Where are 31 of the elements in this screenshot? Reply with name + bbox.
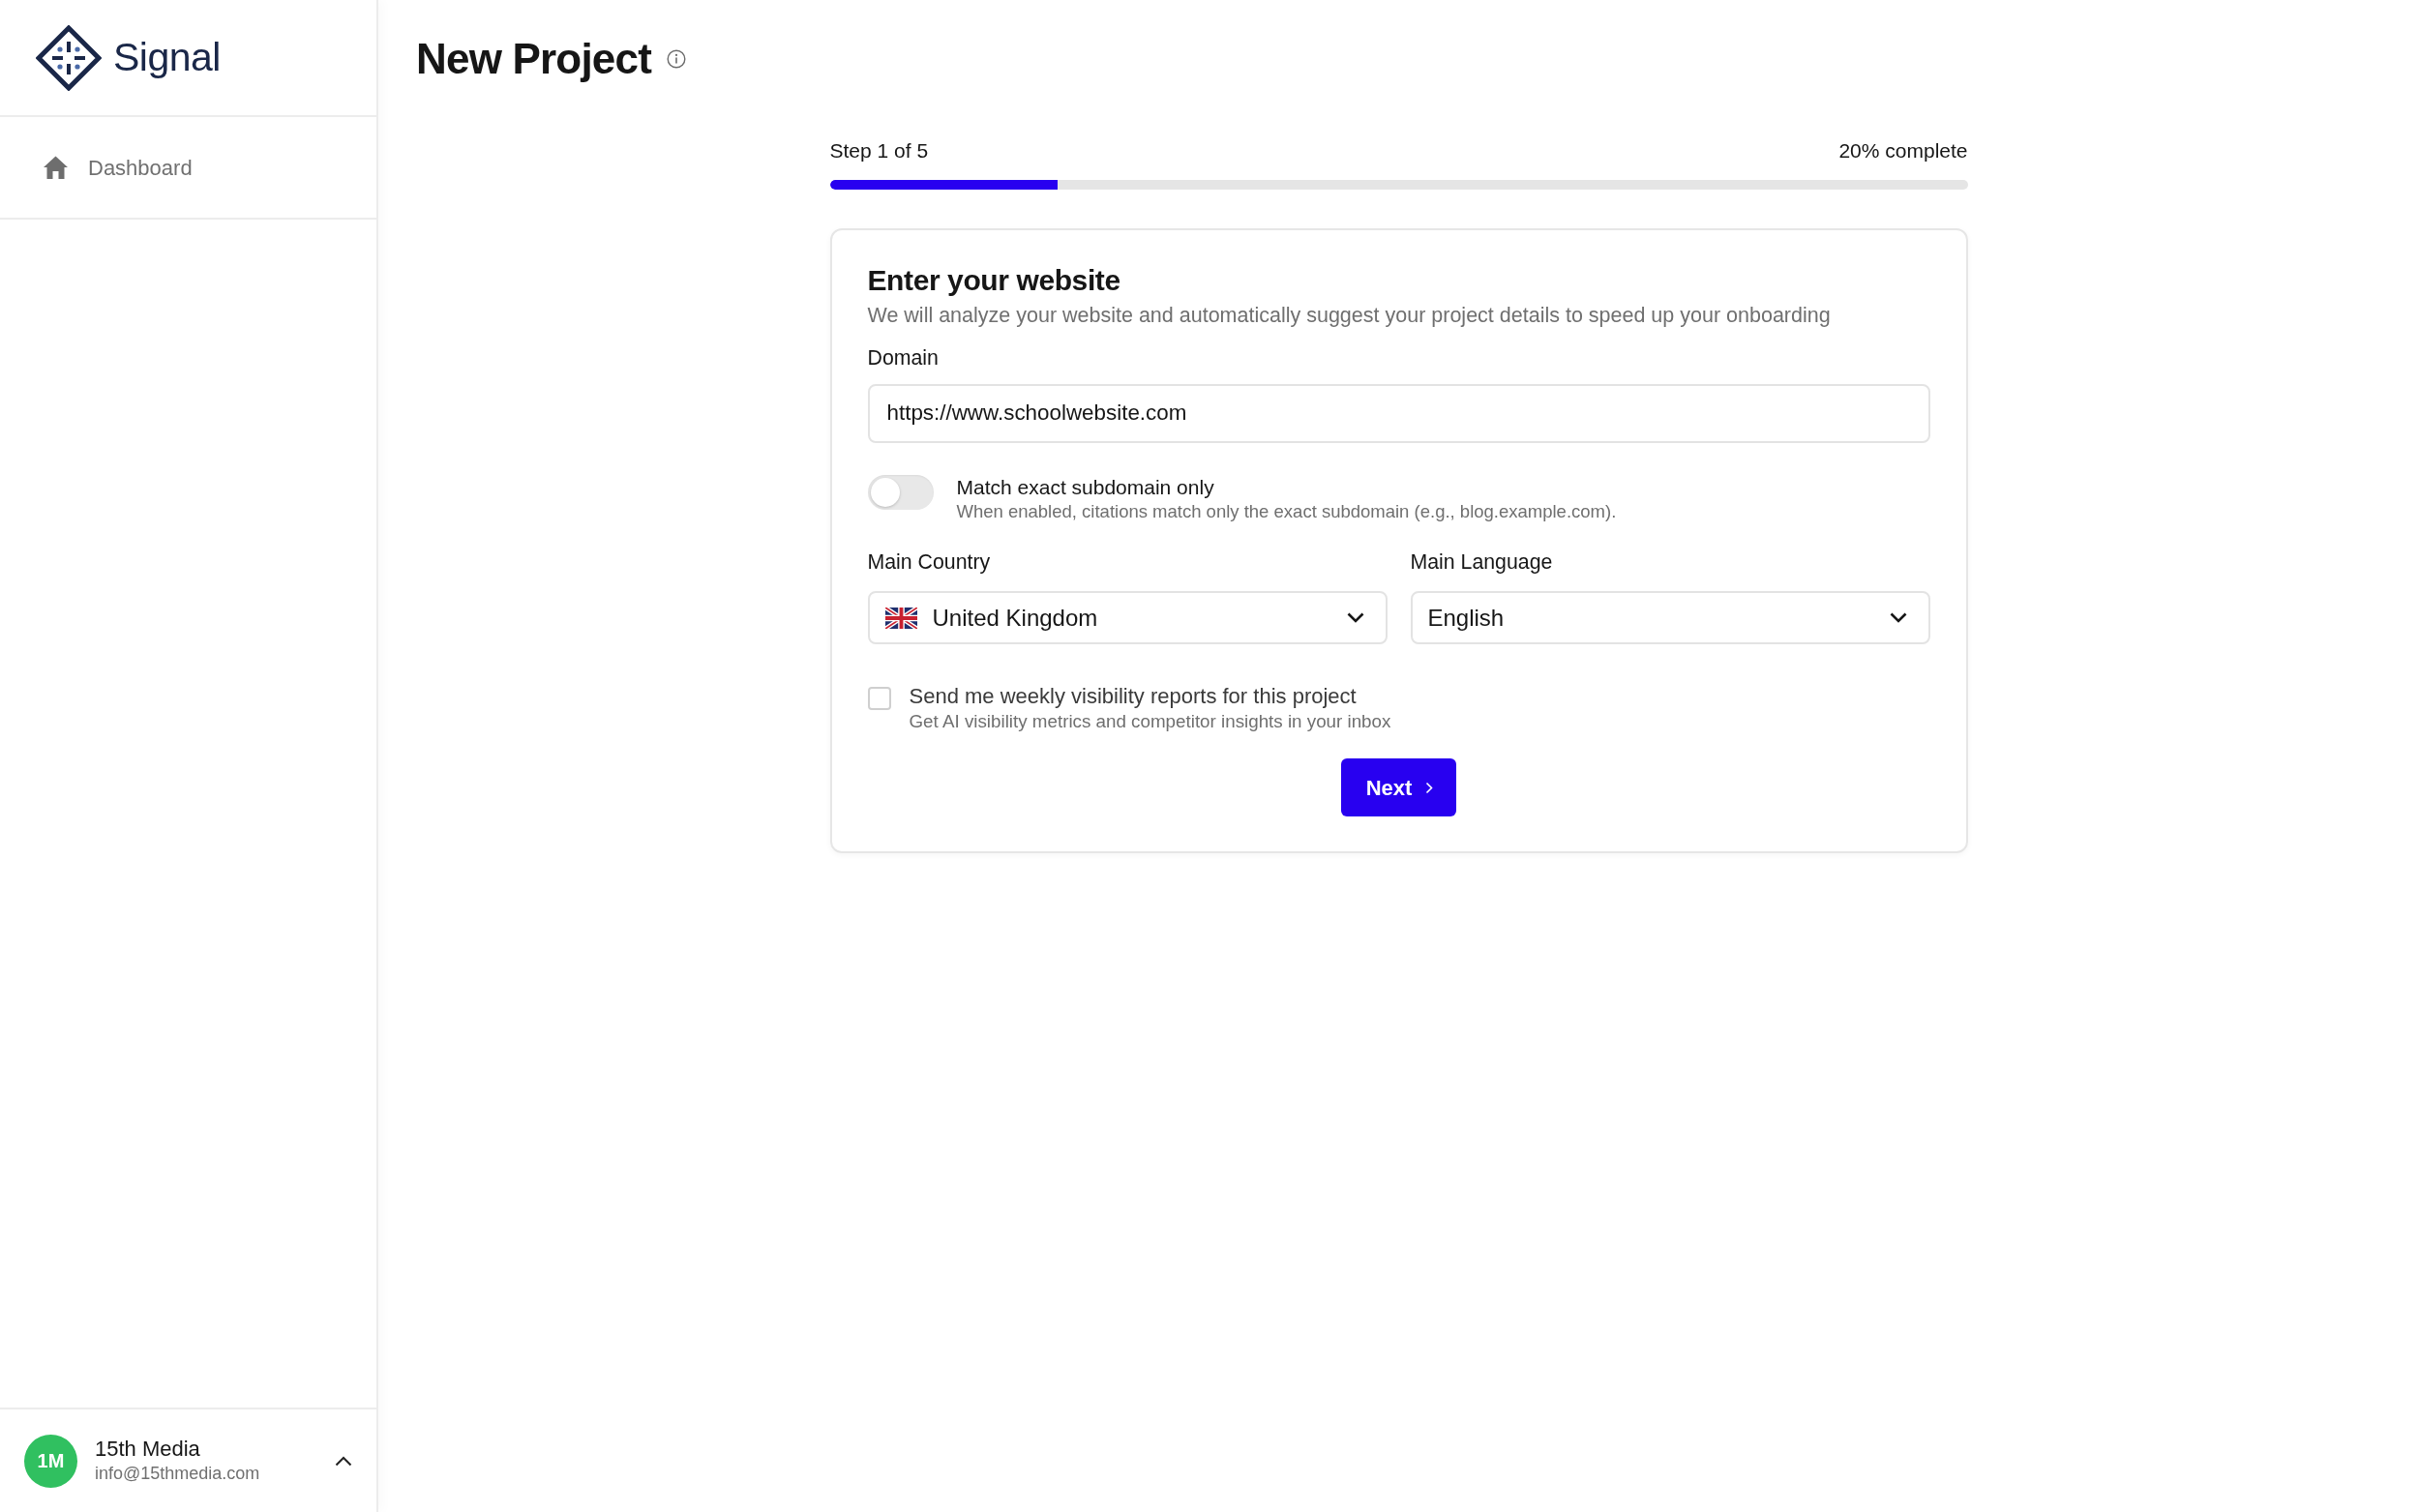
page-title: New Project [416, 34, 652, 84]
checkbox-hint: Get AI visibility metrics and competitor insights in your inbox [909, 710, 1391, 733]
card-title: Enter your website [867, 263, 1121, 298]
country-select[interactable]: United Kingdom [867, 591, 1388, 645]
chevron-up-icon[interactable] [335, 1455, 352, 1467]
sidebar-item[interactable]: Dashboard [19, 141, 216, 193]
home-icon [43, 155, 69, 180]
user-email: info@15thmedia.com [95, 1462, 261, 1485]
user-avatar: 1M [24, 1434, 77, 1488]
checkbox[interactable] [867, 687, 891, 711]
toggle-label: Match exact subdomain only [956, 474, 1215, 500]
field-label: Main Language [1410, 548, 1554, 576]
checkbox-label: Send me weekly visibility reports for this project [909, 683, 1358, 710]
next-button[interactable]: Next [1340, 758, 1457, 817]
flag-icon [884, 608, 917, 629]
chevron-down-icon [1889, 612, 1907, 624]
toggle-hint: When enabled, citations match only the exact subdomain (e.g., blog.example.com). [956, 499, 1617, 523]
field-label: Domain [867, 344, 940, 371]
step-label: Step 1 of 5 [829, 137, 929, 163]
percent-complete: 20% complete [1838, 137, 1968, 163]
domain-input[interactable]: https://www.schoolwebsite.com [867, 383, 1930, 443]
language-select[interactable]: English [1410, 591, 1930, 645]
user-name: 15th Media [95, 1437, 201, 1463]
logo-text: Signal [113, 38, 221, 77]
field-label: Main Country [867, 548, 992, 576]
logo-icon [36, 24, 102, 91]
chevron-down-icon [1346, 612, 1364, 624]
info-icon[interactable] [667, 49, 687, 70]
chevron-right-icon [1425, 781, 1434, 794]
card-description: We will analyze your website and automatically suggest your project details to speed up your onboarding [867, 303, 1832, 329]
toggle-switch[interactable] [867, 474, 934, 510]
